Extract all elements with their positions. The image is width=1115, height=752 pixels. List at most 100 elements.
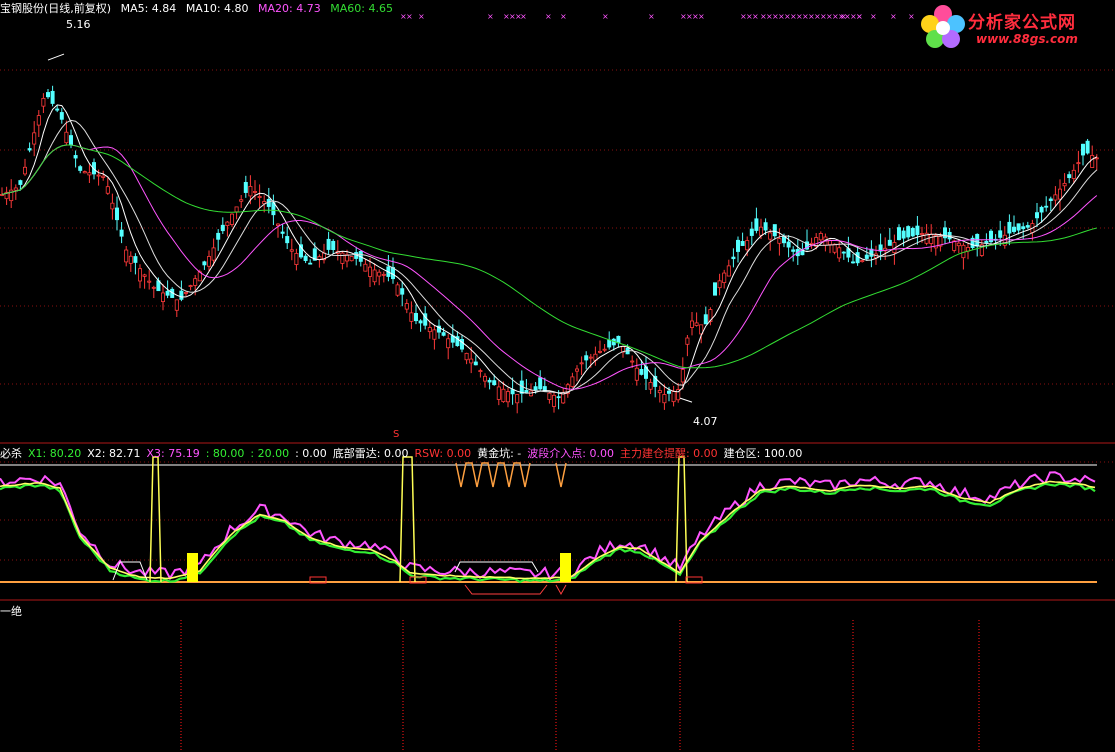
x2-line <box>0 480 1096 580</box>
candle-body <box>1076 162 1081 165</box>
candle-body <box>887 239 892 246</box>
signal-block-1 <box>560 553 571 582</box>
candle-body <box>128 255 133 264</box>
candle-body <box>538 377 543 390</box>
signal-mark-12: × <box>840 12 847 21</box>
candle-body <box>745 240 750 251</box>
spike-0 <box>149 456 162 583</box>
signal-mark-8: × <box>648 12 655 21</box>
indicator-header: 必杀 X1: 80.20 X2: 82.71 X3: 75.19: 80.00: 20… <box>0 445 808 461</box>
candle-body <box>413 313 418 322</box>
candle-body <box>901 230 906 239</box>
candle-body <box>59 112 64 120</box>
candle-body <box>372 269 377 283</box>
golden-pit-zigzag-2 <box>555 462 567 488</box>
candle-body <box>409 312 414 322</box>
candle-body <box>1021 226 1026 230</box>
signal-mark-15: × <box>890 12 897 21</box>
candle-body <box>340 252 345 264</box>
candle-body <box>446 338 451 349</box>
price-header: 宝钢股份(日线,前复权) MA5: 4.84 MA10: 4.80 MA20: … <box>0 0 399 16</box>
candle-body <box>252 191 257 193</box>
candle-body <box>998 230 1003 238</box>
candle-body <box>101 175 106 178</box>
signal-mark-13: × <box>856 12 863 21</box>
candle-body <box>759 226 764 236</box>
candle-body <box>915 225 920 236</box>
brand-name: 分析家公式网 <box>968 13 1076 33</box>
candle-body <box>137 268 142 282</box>
candle-body <box>36 115 41 126</box>
candle-body <box>685 337 690 345</box>
candle-body <box>216 232 221 240</box>
candle-body <box>119 229 124 237</box>
candle-body <box>662 394 667 404</box>
ma10-line <box>1 119 1098 394</box>
candle-body <box>151 286 156 289</box>
indicator-s-label: S <box>393 429 400 440</box>
indicator-item-11: 主力建仓提醒: 0.00 <box>619 447 718 460</box>
candle-body <box>404 303 409 310</box>
candle-body <box>96 174 101 177</box>
candle-body <box>910 227 915 237</box>
candle-body <box>772 224 777 237</box>
indicator-item-9: 黄金坑: - <box>477 447 522 460</box>
signal-mark-16: × <box>908 12 915 21</box>
candle-body <box>975 233 980 247</box>
candle-body <box>524 390 529 393</box>
candle-body <box>943 227 948 239</box>
high-marker <box>47 53 65 61</box>
candle-body <box>634 367 639 381</box>
indicator-item-3: X3: 75.19 <box>146 447 200 460</box>
candle-body <box>294 252 299 265</box>
candle-body <box>1090 155 1095 168</box>
candle-body <box>248 186 253 197</box>
candle-body <box>726 265 731 277</box>
low-price-label: 4.07 <box>693 415 718 428</box>
candle-body <box>432 329 437 340</box>
candle-body <box>124 249 129 263</box>
candle-body <box>142 274 147 277</box>
candle-body <box>285 236 290 244</box>
chart-canvas[interactable]: × × × × × × ×× × × × × × × × × × × × × × × × × × × × × × × × × × × × ×× × × ×… <box>0 0 1115 752</box>
candle-body <box>547 392 552 400</box>
candle-body <box>87 172 92 176</box>
candle-body <box>202 261 207 266</box>
candle-body <box>1058 188 1063 200</box>
candle-body <box>469 358 474 364</box>
indicator-item-1: X1: 80.20 <box>28 447 82 460</box>
candle-body <box>763 222 768 231</box>
candle-body <box>496 386 501 400</box>
candle-body <box>648 382 653 390</box>
candle-body <box>220 224 225 232</box>
candle-body <box>400 288 405 295</box>
candle-body <box>377 271 382 277</box>
low-marker <box>679 397 693 403</box>
candle-body <box>308 262 313 265</box>
candle-body <box>78 166 83 171</box>
candle-body <box>487 379 492 383</box>
indicator-item-7: 底部雷达: 0.00 <box>332 447 409 460</box>
indicator-item-2: X2: 82.71 <box>87 447 141 460</box>
indicator-item-6: : 0.00 <box>295 447 327 460</box>
indicator-item-12: 建仓区: 100.00 <box>723 447 803 460</box>
brand-url: www.88gs.com <box>976 32 1078 46</box>
signal-block-0 <box>187 553 198 582</box>
candle-body <box>82 171 87 174</box>
candle-body <box>1071 169 1076 179</box>
candle-body <box>229 213 234 225</box>
candle-body <box>73 155 78 159</box>
indicator-item-5: : 20.00 <box>250 447 290 460</box>
candle-body <box>331 240 336 250</box>
high-price-label: 5.16 <box>66 18 91 31</box>
indicator-item-8: RSW: 0.00 <box>414 447 472 460</box>
candle-body <box>717 280 722 289</box>
candle-body <box>1007 221 1012 234</box>
candle-body <box>657 390 662 394</box>
candle-body <box>579 362 584 365</box>
candle-body <box>515 394 520 404</box>
candle-body <box>478 370 483 372</box>
candle-body <box>160 292 165 302</box>
candle-body <box>832 243 837 253</box>
candle-body <box>855 252 860 264</box>
